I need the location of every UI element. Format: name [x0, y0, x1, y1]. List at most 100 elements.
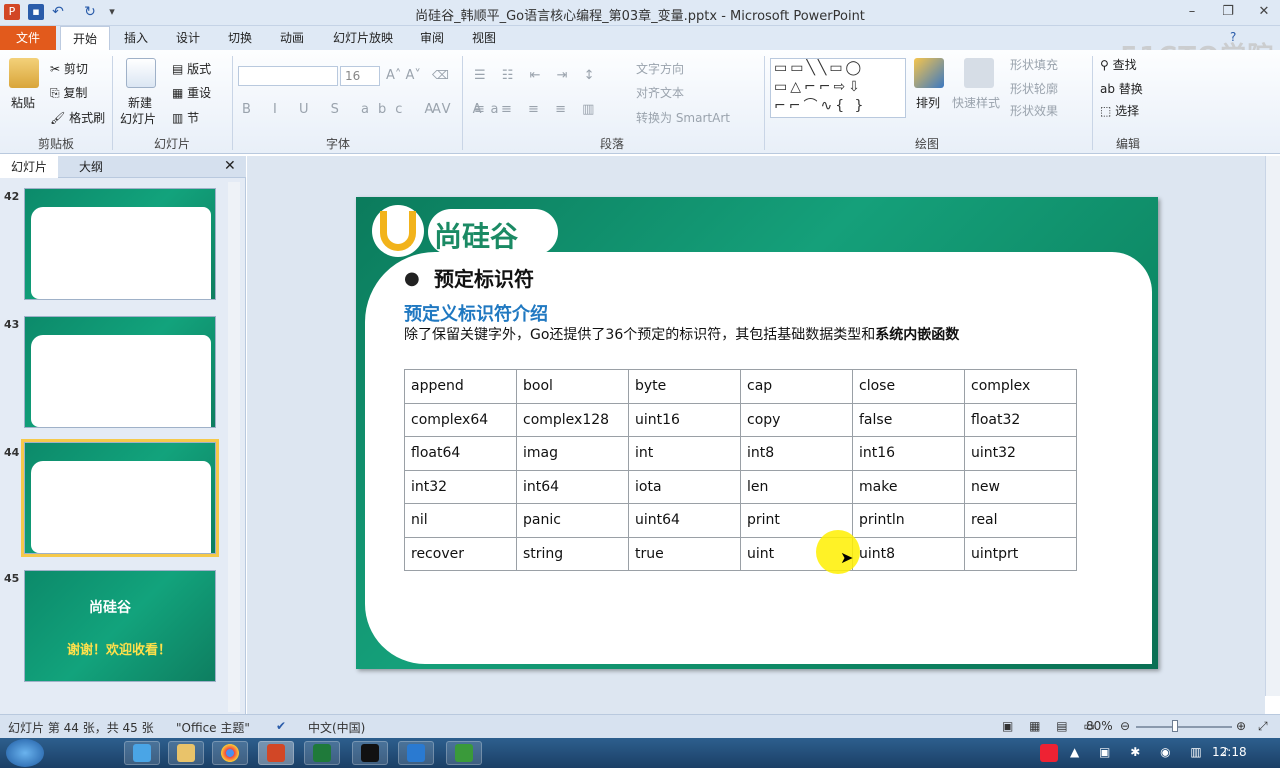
table-cell[interactable]: iota [628, 469, 741, 504]
quick-styles-icon[interactable] [964, 58, 994, 88]
slide-subtitle[interactable]: 预定义标识符介绍 [404, 300, 548, 326]
identifier-table[interactable]: append bool byte cap close complex complex64 c… [404, 369, 1077, 571]
start-button[interactable] [6, 739, 44, 767]
clear-format-icon[interactable]: ⌫ [432, 68, 449, 82]
reset-button[interactable]: ▦ 重设 [172, 84, 211, 101]
section-button[interactable]: ▥ 节 [172, 109, 199, 126]
table-cell[interactable]: uint32 [964, 436, 1077, 471]
vscode-icon[interactable] [398, 741, 434, 765]
new-slide-dropdown[interactable]: 幻灯片 [120, 110, 156, 127]
tab-review[interactable]: 审阅 [410, 26, 454, 50]
table-cell[interactable]: real [964, 503, 1077, 538]
close-pane-icon[interactable]: ✕ [224, 158, 236, 174]
tab-design[interactable]: 设计 [166, 26, 210, 50]
paste-icon[interactable] [9, 58, 39, 88]
align-buttons[interactable]: ≡ ≡ ≡ ≡ ▥ [474, 102, 600, 117]
table-cell[interactable]: uint8 [852, 536, 965, 571]
shape-effects-button[interactable]: 形状效果 [1010, 102, 1058, 119]
table-cell[interactable]: panic [516, 503, 629, 538]
text-direction-button[interactable]: 文字方向 [636, 60, 684, 77]
tab-animations[interactable]: 动画 [270, 26, 314, 50]
tab-home[interactable]: 开始 [60, 26, 110, 51]
minimize-button[interactable]: – [1178, 2, 1206, 22]
tab-view[interactable]: 视图 [462, 26, 506, 50]
table-cell[interactable]: uint64 [628, 503, 741, 538]
table-cell[interactable]: complex64 [404, 402, 517, 437]
ie-icon[interactable] [124, 741, 160, 765]
theme-name[interactable]: "Office 主题" [176, 719, 250, 736]
tab-transitions[interactable]: 切换 [218, 26, 262, 50]
zoom-slider-thumb[interactable] [1172, 720, 1178, 732]
excel-icon[interactable] [304, 741, 340, 765]
shapes-gallery[interactable]: ▭▭╲╲▭◯ ▭△⌐⌐⇨⇩ ⌐⌐⌒∿{ } [770, 58, 906, 118]
tab-outline[interactable]: 大纲 [62, 156, 120, 178]
find-button[interactable]: ⚲ 查找 [1100, 56, 1137, 73]
format-painter-button[interactable]: 🖌 格式刷 [50, 109, 105, 126]
zoom-slider[interactable] [1136, 726, 1232, 728]
table-cell[interactable]: close [852, 369, 965, 404]
table-cell[interactable]: nil [404, 503, 517, 538]
zoom-out-icon[interactable]: ⊖ [1120, 719, 1130, 733]
cmd-icon[interactable] [352, 741, 388, 765]
new-slide-icon[interactable] [126, 58, 156, 88]
table-cell[interactable]: float32 [964, 402, 1077, 437]
vertical-scrollbar[interactable] [1265, 156, 1280, 696]
table-cell[interactable]: uint16 [628, 402, 741, 437]
fit-slide-icon[interactable]: ⤢ [1258, 719, 1268, 734]
table-cell[interactable]: complex [964, 369, 1077, 404]
sogou-icon[interactable] [1040, 744, 1058, 762]
new-slide-button[interactable]: 新建 [128, 94, 152, 111]
quick-styles-button[interactable]: 快速样式 [952, 94, 1000, 111]
table-cell[interactable]: string [516, 536, 629, 571]
tab-slideshow[interactable]: 幻灯片放映 [326, 26, 400, 50]
shape-fill-button[interactable]: 形状填充 [1010, 56, 1058, 73]
table-cell[interactable]: byte [628, 369, 741, 404]
table-cell[interactable]: bool [516, 369, 629, 404]
shape-outline-button[interactable]: 形状轮廓 [1010, 80, 1058, 97]
paste-button[interactable]: 粘贴 [11, 94, 35, 111]
table-cell[interactable]: make [852, 469, 965, 504]
table-cell[interactable]: int [628, 436, 741, 471]
table-cell[interactable]: uintprt [964, 536, 1077, 571]
table-cell[interactable]: int32 [404, 469, 517, 504]
font-name-input[interactable] [238, 66, 338, 86]
explorer-icon[interactable] [168, 741, 204, 765]
zoom-level[interactable]: 80% [1086, 719, 1113, 733]
arrange-icon[interactable] [914, 58, 944, 88]
align-text-button[interactable]: 对齐文本 [636, 84, 684, 101]
table-cell[interactable]: float64 [404, 436, 517, 471]
grow-font-icon[interactable]: A˄ A˅ [386, 68, 421, 83]
cut-button[interactable]: ✂ 剪切 [50, 60, 88, 77]
table-cell[interactable]: cap [740, 369, 853, 404]
zoom-in-icon[interactable]: ⊕ [1236, 719, 1246, 733]
layout-button[interactable]: ▤ 版式 [172, 60, 211, 77]
slide-thumbnail-selected[interactable] [21, 439, 219, 557]
table-cell[interactable]: int16 [852, 436, 965, 471]
table-cell[interactable]: false [852, 402, 965, 437]
copy-button[interactable]: ⎘ 复制 [50, 84, 87, 101]
table-cell[interactable]: copy [740, 402, 853, 437]
font-style-buttons[interactable]: B I U S abc AV Aa [242, 102, 508, 117]
table-cell[interactable]: int64 [516, 469, 629, 504]
spellcheck-icon[interactable]: ✔ [276, 719, 286, 733]
language[interactable]: 中文(中国) [308, 719, 365, 736]
slide-thumbnail[interactable] [24, 188, 216, 300]
table-cell[interactable]: complex128 [516, 402, 629, 437]
table-cell[interactable]: recover [404, 536, 517, 571]
table-cell[interactable]: len [740, 469, 853, 504]
select-button[interactable]: ⬚ 选择 [1100, 102, 1139, 119]
slide-thumbnail[interactable]: 尚硅谷 谢谢！欢迎收看！ [24, 570, 216, 682]
clock[interactable]: 12:18 [1212, 745, 1247, 759]
table-cell[interactable]: imag [516, 436, 629, 471]
smartart-button[interactable]: 转换为 SmartArt [636, 109, 730, 126]
pane-scrollbar[interactable] [228, 182, 240, 712]
table-cell[interactable]: true [628, 536, 741, 571]
slide-title[interactable]: 预定标识符 [434, 263, 534, 292]
slide-description[interactable]: 除了保留关键字外，Go还提供了36个预定的标识符，其包括基础数据类型和系统内嵌函… [404, 324, 959, 344]
app-icon[interactable] [446, 741, 482, 765]
table-cell[interactable]: append [404, 369, 517, 404]
powerpoint-task-icon[interactable] [258, 741, 294, 765]
tab-slides[interactable]: 幻灯片 [0, 156, 58, 178]
slide-thumbnail[interactable] [24, 316, 216, 428]
tab-insert[interactable]: 插入 [114, 26, 158, 50]
